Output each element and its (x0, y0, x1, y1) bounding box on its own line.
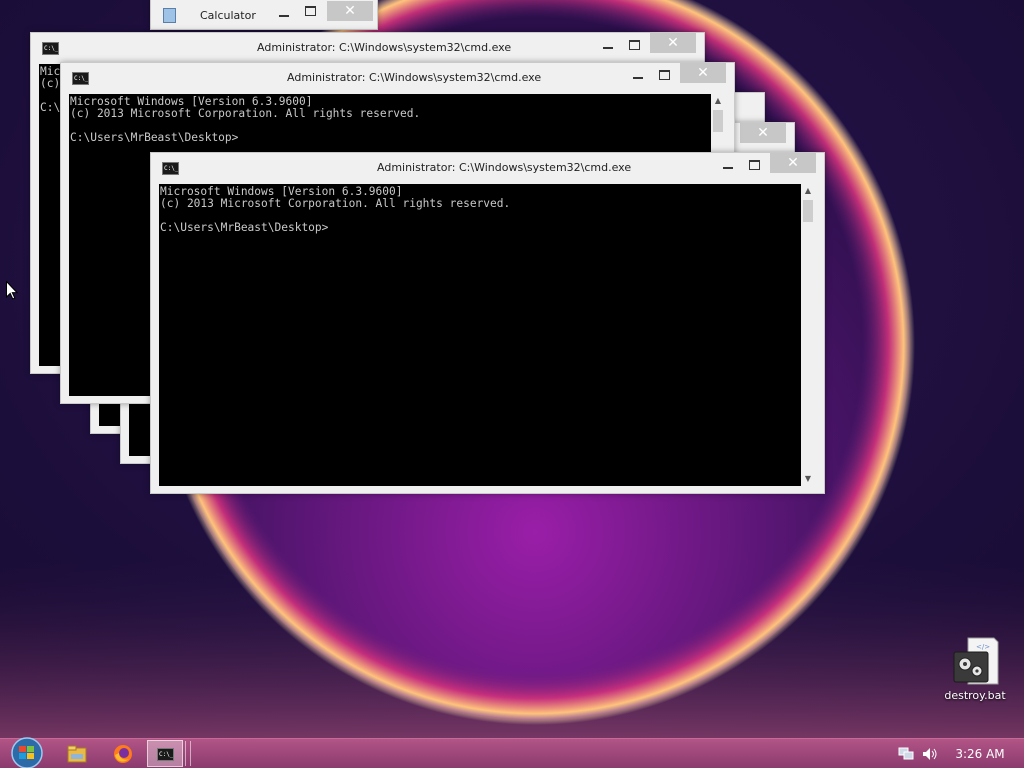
cmd-window-front[interactable]: C:\_ Administrator: C:\Windows\system32\… (150, 152, 825, 494)
close-button[interactable]: ✕ (680, 63, 726, 83)
cmd-titlebar[interactable]: C:\_ Administrator: C:\Windows\system32\… (151, 153, 824, 183)
calculator-window[interactable]: Calculator ✕ (150, 0, 378, 30)
network-icon[interactable] (898, 747, 914, 761)
firefox-icon (114, 745, 132, 763)
scroll-down-arrow-icon[interactable]: ▼ (801, 472, 815, 486)
desktop-icon-destroy-bat[interactable]: </> destroy.bat (940, 634, 1010, 706)
cmd-app-icon: C:\_ (72, 72, 89, 85)
maximize-button[interactable] (742, 157, 768, 175)
console-text: Microsoft Windows [Version 6.3.9600] (c)… (70, 95, 421, 144)
volume-icon[interactable] (922, 747, 938, 761)
scrollbar-thumb[interactable] (713, 110, 723, 132)
cmd-title: Administrator: C:\Windows\system32\cmd.e… (377, 161, 632, 174)
desktop-icon-label: destroy.bat (944, 689, 1006, 702)
minimize-button[interactable] (715, 157, 741, 175)
console-text: Microsoft Windows [Version 6.3.9600] (c)… (160, 185, 511, 234)
file-explorer-icon (67, 745, 87, 763)
taskbar: C:\_ 3:26 AM (0, 737, 1024, 768)
taskbar-file-explorer-button[interactable] (58, 739, 98, 768)
calculator-icon (163, 8, 176, 23)
cmd-title: Administrator: C:\Windows\system32\cmd.e… (257, 41, 512, 54)
taskbar-cmd-button[interactable]: C:\_ (147, 740, 183, 767)
start-button[interactable] (6, 737, 48, 768)
console-output[interactable]: Microsoft Windows [Version 6.3.9600] (c)… (159, 184, 804, 486)
cmd-app-icon: C:\_ (42, 42, 59, 55)
calculator-titlebar[interactable]: Calculator ✕ (151, 0, 377, 29)
svg-text:</>: </> (976, 643, 990, 651)
batch-file-gears-icon: </> (953, 637, 999, 685)
mouse-cursor-icon (6, 281, 18, 300)
maximize-button[interactable] (652, 67, 678, 85)
desktop[interactable]: Calculator ✕ C:\_ Administrator: C:\Wind… (0, 0, 1024, 768)
cmd-title: Administrator: C:\Windows\system32\cmd.e… (287, 71, 542, 84)
taskbar-clock[interactable]: 3:26 AM (950, 747, 1010, 761)
taskbar-firefox-button[interactable] (104, 739, 144, 768)
close-button[interactable]: ✕ (650, 33, 696, 53)
taskbar-stack-indicator (185, 741, 191, 766)
cmd-app-icon: C:\_ (162, 162, 179, 175)
cmd-titlebar[interactable]: C:\_ Administrator: C:\Windows\system32\… (61, 63, 734, 93)
close-button[interactable]: ✕ (770, 153, 816, 173)
minimize-button[interactable] (595, 37, 621, 55)
scroll-up-arrow-icon[interactable]: ▲ (711, 94, 725, 108)
minimize-button[interactable] (625, 67, 651, 85)
calculator-minimize-button[interactable] (271, 5, 297, 23)
start-orb-icon (11, 737, 43, 768)
scroll-up-arrow-icon[interactable]: ▲ (801, 184, 815, 198)
maximize-button[interactable] (622, 37, 648, 55)
calculator-close-button[interactable]: ✕ (327, 1, 373, 21)
cmd-titlebar[interactable]: C:\_ Administrator: C:\Windows\system32\… (31, 33, 704, 63)
calculator-title: Calculator (200, 9, 256, 22)
vertical-scrollbar[interactable]: ▲ ▼ (801, 184, 815, 486)
close-button[interactable]: ✕ (740, 123, 786, 143)
calculator-maximize-button[interactable] (298, 3, 324, 21)
scrollbar-thumb[interactable] (803, 200, 813, 222)
cmd-icon: C:\_ (157, 748, 174, 761)
